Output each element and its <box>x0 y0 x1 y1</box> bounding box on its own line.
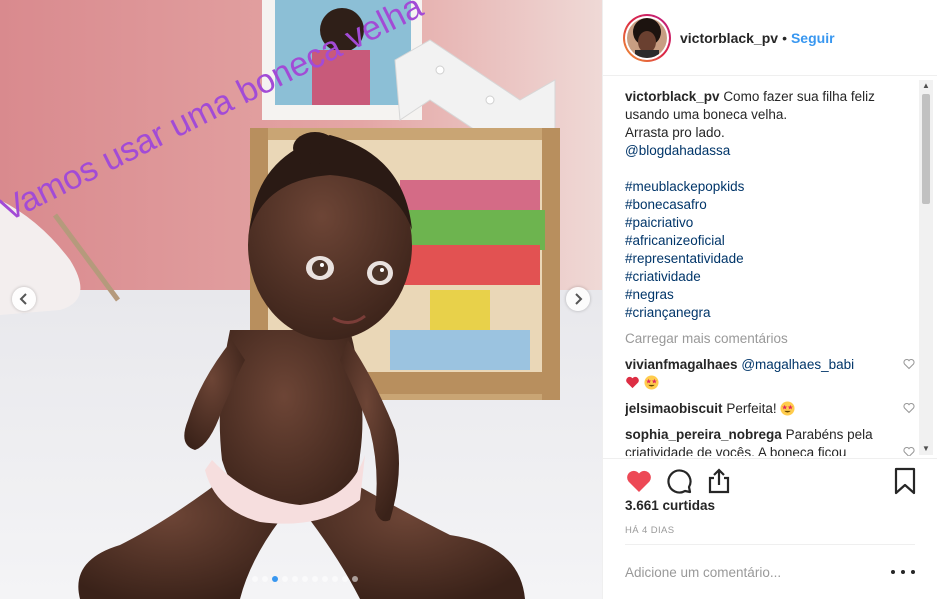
avatar[interactable] <box>623 13 671 62</box>
caption-mention[interactable]: @blogdahadassa <box>625 143 730 158</box>
chevron-right-icon <box>575 293 583 305</box>
like-comment-heart-icon[interactable] <box>903 358 915 370</box>
comment-username[interactable]: jelsimaobiscuit <box>625 401 723 416</box>
header-username[interactable]: victorblack_pv <box>680 30 778 46</box>
comment-icon[interactable] <box>665 467 693 495</box>
post-timestamp[interactable]: HÁ 4 DIAS <box>625 525 675 536</box>
post-side-panel: victorblack_pv • Seguir victorblack_pv C… <box>602 0 937 599</box>
hashtag[interactable]: #paicriativo <box>625 214 915 232</box>
load-more-comments-button[interactable]: Carregar mais comentários <box>625 330 915 348</box>
comment-text: Perfeita! <box>726 401 777 416</box>
hashtag[interactable]: #negras <box>625 286 915 304</box>
caption-line: Arrasta pro lado. <box>625 125 725 140</box>
like-comment-heart-icon[interactable] <box>903 446 915 456</box>
post-header: victorblack_pv • Seguir <box>603 0 937 76</box>
follow-button[interactable]: Seguir <box>791 30 835 46</box>
bookmark-icon[interactable] <box>891 467 919 495</box>
carousel-dot <box>312 576 318 582</box>
carousel-dot <box>322 576 328 582</box>
scrollbar-thumb[interactable] <box>922 94 930 204</box>
comment-username[interactable]: vivianfmagalhaes <box>625 357 738 372</box>
caption: victorblack_pv Como fazer sua filha feli… <box>625 88 915 322</box>
caption-line: usando uma boneca velha. <box>625 107 788 122</box>
comment: vivianfmagalhaes @magalhaes_babi <box>625 356 915 392</box>
comment-text[interactable]: @magalhaes_babi <box>741 357 854 372</box>
star-struck-icon <box>644 375 659 390</box>
like-comment-heart-icon[interactable] <box>903 402 915 414</box>
hashtag[interactable]: #meublackepopkids <box>625 178 915 196</box>
header-separator: • <box>782 29 787 46</box>
post-actions <box>603 458 937 502</box>
red-heart-icon <box>626 376 639 389</box>
hashtag[interactable]: #africanizeoficial <box>625 232 915 250</box>
comment: jelsimaobiscuit Perfeita! <box>625 400 915 418</box>
carousel-dot <box>332 576 338 582</box>
comment-username[interactable]: sophia_pereira_nobrega <box>625 427 782 442</box>
instagram-post: Vamos usar uma boneca velha victorblack_… <box>0 0 937 599</box>
star-struck-icon <box>780 401 795 416</box>
carousel-dot <box>252 576 258 582</box>
carousel-dot-active <box>272 576 278 582</box>
doll-photo <box>0 0 602 599</box>
carousel-dot <box>292 576 298 582</box>
hashtag[interactable]: #representatividade <box>625 250 915 268</box>
likes-count[interactable]: 3.661 curtidas <box>625 498 715 513</box>
caption-line: Como fazer sua filha feliz <box>723 89 875 104</box>
heart-icon[interactable] <box>625 467 653 495</box>
avatar-image <box>627 17 667 58</box>
previous-slide-button[interactable] <box>12 287 36 311</box>
carousel-dot <box>342 576 348 582</box>
add-comment-input[interactable] <box>625 564 891 580</box>
comments-scrollbar[interactable]: ▲ ▼ <box>919 80 933 455</box>
hashtag[interactable]: #bonecasafro <box>625 196 915 214</box>
caption-username[interactable]: victorblack_pv <box>625 89 720 104</box>
chevron-left-icon <box>19 293 27 305</box>
carousel-dot <box>282 576 288 582</box>
scroll-up-arrow-icon[interactable]: ▲ <box>922 82 930 90</box>
carousel-indicator <box>252 576 358 582</box>
carousel-dot <box>302 576 308 582</box>
hashtag[interactable]: #criançanegra <box>625 304 915 322</box>
carousel-dot <box>352 576 358 582</box>
comment: sophia_pereira_nobrega Parabéns pela cri… <box>625 426 915 456</box>
next-slide-button[interactable] <box>566 287 590 311</box>
add-comment-bar <box>625 544 915 599</box>
scroll-down-arrow-icon[interactable]: ▼ <box>922 445 930 453</box>
hashtag[interactable]: #criatividade <box>625 268 915 286</box>
carousel-dot <box>262 576 268 582</box>
comments-list[interactable]: victorblack_pv Como fazer sua filha feli… <box>625 88 915 456</box>
share-icon[interactable] <box>705 467 733 495</box>
more-options-icon[interactable] <box>891 562 915 582</box>
post-media[interactable]: Vamos usar uma boneca velha <box>0 0 602 599</box>
